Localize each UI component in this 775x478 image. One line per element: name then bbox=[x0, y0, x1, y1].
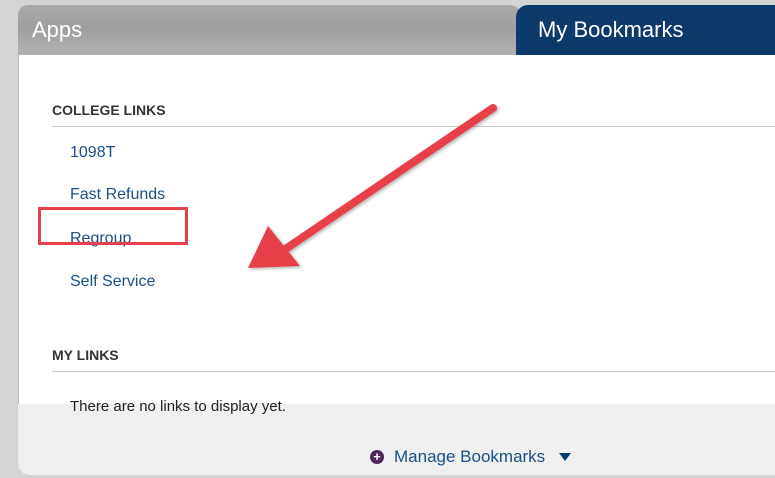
bookmarks-panel: COLLEGE LINKS 1098T Fast Refunds Regroup… bbox=[18, 55, 775, 475]
link-self-service[interactable]: Self Service bbox=[70, 273, 155, 291]
annotation-highlight-box bbox=[38, 207, 188, 245]
bookmarks-widget: Apps My Bookmarks COLLEGE LINKS 1098T Fa… bbox=[0, 0, 775, 478]
link-1098t[interactable]: 1098T bbox=[70, 144, 115, 162]
manage-bookmarks-label: Manage Bookmarks bbox=[394, 447, 546, 466]
link-fast-refunds[interactable]: Fast Refunds bbox=[70, 186, 165, 204]
college-links-heading: COLLEGE LINKS bbox=[52, 102, 775, 127]
plus-circle-icon: + bbox=[370, 450, 384, 464]
empty-links-message: There are no links to display yet. bbox=[70, 398, 286, 415]
caret-down-icon bbox=[559, 453, 572, 461]
manage-bookmarks-button[interactable]: + Manage Bookmarks bbox=[370, 445, 572, 469]
tab-my-bookmarks[interactable]: My Bookmarks bbox=[516, 5, 775, 55]
tab-bar: Apps My Bookmarks bbox=[18, 5, 775, 55]
tab-apps[interactable]: Apps bbox=[18, 5, 523, 55]
my-links-heading: MY LINKS bbox=[52, 347, 775, 372]
